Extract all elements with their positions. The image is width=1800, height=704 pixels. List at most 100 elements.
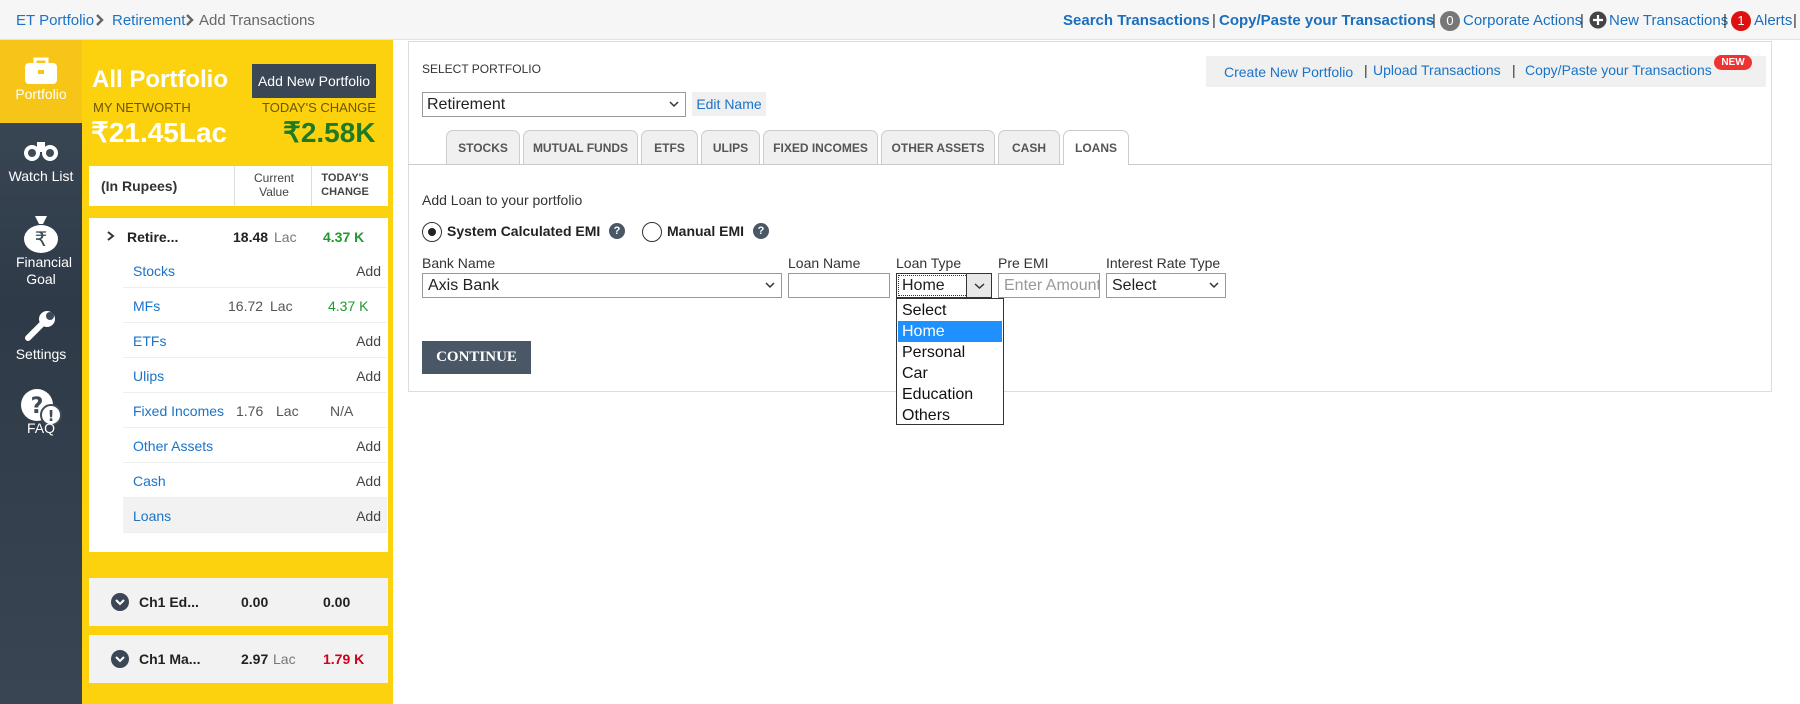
tab-stocks[interactable]: STOCKS [446, 130, 520, 164]
todays-change-header: TODAY'S CHANGE [321, 172, 369, 198]
list-item-ulips[interactable]: Ulips Add [123, 358, 387, 393]
tab-mutual-funds[interactable]: MUTUAL FUNDS [523, 130, 638, 164]
plus-circle-icon [1589, 11, 1607, 29]
sidebar-item-settings[interactable]: Settings [0, 310, 82, 362]
portfolio-unit: Lac [274, 229, 297, 245]
loan-name-label: Loan Name [788, 255, 861, 271]
list-item-value: 1.76 [236, 403, 264, 419]
list-item-cash[interactable]: Cash Add [123, 463, 387, 498]
help-icon[interactable]: ? [753, 223, 769, 239]
copy-paste-link[interactable]: Copy/Paste your Transactions [1219, 12, 1434, 29]
add-link[interactable]: Add [356, 438, 381, 454]
current-value-header: Current Value [253, 171, 294, 199]
continue-button[interactable]: CONTINUE [422, 341, 531, 374]
edit-name-button[interactable]: Edit Name [692, 92, 766, 116]
sidebar-item-faq[interactable]: ?! FAQ [0, 388, 82, 436]
add-link[interactable]: Add [356, 508, 381, 524]
pre-emi-label: Pre EMI [998, 255, 1049, 271]
loan-type-value: Home [902, 277, 945, 294]
portfolio-name: Retire... [127, 229, 179, 245]
sidebar-item-label: FAQ [26, 420, 55, 436]
all-portfolio-title: All Portfolio [92, 66, 228, 93]
todays-change-value: ₹2.58K [283, 117, 376, 148]
chevron-down-icon [974, 283, 985, 290]
breadcrumb-retirement[interactable]: Retirement [112, 12, 185, 29]
option-others[interactable]: Others [898, 405, 1002, 426]
wrench-icon [25, 311, 55, 341]
tab-fixed-incomes[interactable]: FIXED INCOMES [763, 130, 878, 164]
alerts-link[interactable]: Alerts [1754, 12, 1792, 29]
add-new-portfolio-button[interactable]: Add New Portfolio [252, 64, 376, 98]
list-item-etfs[interactable]: ETFs Add [123, 323, 387, 358]
upload-transactions-link[interactable]: Upload Transactions [1373, 62, 1501, 78]
portfolio-change: 0.00 [323, 594, 351, 610]
portfolio-name: Ch1 Ma... [139, 651, 201, 667]
breadcrumb-et-portfolio[interactable]: ET Portfolio [16, 12, 94, 29]
interest-rate-type-value: Select [1112, 277, 1157, 294]
svg-text:₹: ₹ [35, 227, 48, 251]
list-item-label: Fixed Incomes [133, 403, 225, 419]
unit-label: (In Rupees) [101, 178, 178, 194]
option-education[interactable]: Education [898, 384, 1002, 405]
copy-paste-transactions-link[interactable]: Copy/Paste your Transactions [1525, 62, 1712, 78]
separator: | [1364, 62, 1368, 78]
list-item-loans[interactable]: Loans Add [123, 498, 387, 533]
loan-type-dropdown-button[interactable] [966, 273, 992, 298]
breadcrumb-add-transactions: Add Transactions [199, 12, 315, 29]
separator: | [1212, 12, 1216, 29]
list-item-fixed-incomes[interactable]: Fixed Incomes 1.76 Lac N/A [123, 393, 387, 428]
interest-rate-type-label: Interest Rate Type [1106, 255, 1221, 271]
option-car[interactable]: Car [898, 363, 1002, 384]
portfolio-row-retirement[interactable]: Retire... 18.48 Lac 4.37 K [89, 218, 388, 253]
binoculars-icon [24, 142, 58, 161]
sidebar-item-financial-goal[interactable]: ₹ Financial Goal [0, 212, 82, 288]
add-link[interactable]: Add [356, 473, 381, 489]
help-icon[interactable]: ? [609, 223, 625, 239]
option-select[interactable]: Select [898, 300, 1002, 321]
portfolio-value: 0.00 [241, 594, 269, 610]
bank-name-label: Bank Name [422, 255, 496, 271]
bank-name-select[interactable]: Axis Bank [422, 273, 782, 298]
create-new-portfolio-link[interactable]: Create New Portfolio [1224, 64, 1353, 80]
sidebar-item-label: Settings [15, 346, 67, 362]
new-transactions-link[interactable]: New Transactions [1609, 12, 1728, 29]
sidebar-item-watch-list[interactable]: Watch List [0, 136, 82, 184]
search-transactions-link[interactable]: Search Transactions [1063, 12, 1210, 29]
separator: | [1580, 12, 1584, 29]
option-home[interactable]: Home [898, 321, 1002, 342]
portfolio-select[interactable]: Retirement [422, 92, 686, 117]
separator: | [1512, 62, 1516, 78]
tab-cash[interactable]: CASH [998, 130, 1060, 164]
tab-loans[interactable]: LOANS [1063, 130, 1129, 165]
add-link[interactable]: Add [356, 263, 381, 279]
add-link[interactable]: Add [356, 368, 381, 384]
pre-emi-input[interactable]: Enter Amount [998, 273, 1100, 298]
option-personal[interactable]: Personal [898, 342, 1002, 363]
corporate-actions-link[interactable]: Corporate Actions [1463, 12, 1582, 29]
list-item-other-assets[interactable]: Other Assets Add [123, 428, 387, 463]
list-item-mfs[interactable]: MFs 16.72 Lac 4.37 K [123, 288, 387, 323]
chevron-down-icon [115, 599, 125, 606]
chevron-right-icon [96, 14, 104, 26]
summary-table-header: (In Rupees) Current Value TODAY'S CHANGE [89, 166, 388, 206]
list-item-stocks[interactable]: Stocks Add [123, 253, 387, 288]
system-emi-radio[interactable] [422, 222, 442, 242]
tab-ulips[interactable]: ULIPS [701, 130, 760, 164]
loan-type-label: Loan Type [896, 255, 962, 271]
tab-etfs[interactable]: ETFS [641, 130, 698, 164]
networth-value: ₹21.45Lac [91, 117, 228, 148]
separator: | [1793, 12, 1797, 29]
top-bar: ET Portfolio Retirement Add Transactions… [0, 0, 1800, 40]
list-item-value: 16.72 [228, 298, 264, 314]
loan-name-input[interactable] [788, 273, 890, 298]
networth-label: MY NETWORTH [93, 100, 191, 115]
tab-other-assets[interactable]: OTHER ASSETS [881, 130, 995, 164]
add-link[interactable]: Add [356, 333, 381, 349]
interest-rate-type-select[interactable]: Select [1106, 273, 1226, 298]
sidebar-item-portfolio[interactable]: Portfolio [0, 40, 82, 123]
list-item-label: Ulips [133, 368, 165, 384]
portfolio-row-ch1-ed[interactable]: Ch1 Ed... 0.00 0.00 [89, 578, 388, 626]
chevron-down-icon [115, 656, 125, 663]
portfolio-row-ch1-ma[interactable]: Ch1 Ma... 2.97 Lac 1.79 K [89, 635, 388, 683]
manual-emi-radio[interactable] [642, 222, 662, 242]
